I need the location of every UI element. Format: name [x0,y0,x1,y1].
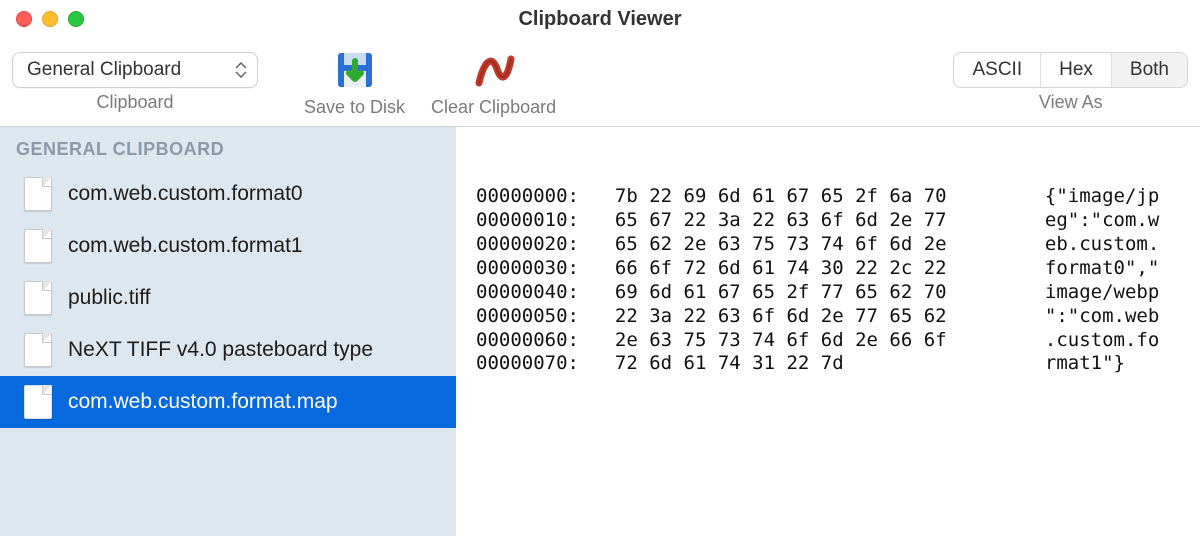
hex-ascii: ":"com.web [1022,305,1180,329]
traffic-lights [0,11,84,27]
hex-offset: 00000060: [476,329,592,353]
hex-ascii: eb.custom. [1022,233,1180,257]
hex-bytes: 65 62 2e 63 75 73 74 6f 6d 2e [592,233,1022,257]
hex-row: 00000040: 69 6d 61 67 65 2f 77 65 62 70 … [476,281,1180,305]
hex-ascii: rmat1"} [1022,352,1180,376]
view-as-label: View As [1039,92,1103,113]
hex-bytes: 2e 63 75 73 74 6f 6d 2e 66 6f [592,329,1022,353]
hex-view: 00000000: 7b 22 69 6d 61 67 65 2f 6a 70 … [456,127,1200,536]
hex-row: 00000050: 22 3a 22 63 6f 6d 2e 77 65 62 … [476,305,1180,329]
hex-row: 00000060: 2e 63 75 73 74 6f 6d 2e 66 6f … [476,329,1180,353]
hex-row: 00000030: 66 6f 72 6d 61 74 30 22 2c 22 … [476,257,1180,281]
sidebar: GENERAL CLIPBOARD com.web.custom.format0… [0,127,456,536]
hex-ascii: format0"," [1022,257,1180,281]
hex-offset: 00000030: [476,257,592,281]
clipboard-select-label: Clipboard [96,92,173,113]
chevron-updown-icon [235,61,247,79]
hex-offset: 00000050: [476,305,592,329]
clipboard-select[interactable]: General Clipboard [12,52,258,88]
file-icon [24,177,52,211]
sidebar-header: GENERAL CLIPBOARD [0,127,456,168]
hex-bytes: 7b 22 69 6d 61 67 65 2f 6a 70 [592,185,1022,209]
hex-offset: 00000070: [476,352,592,376]
sidebar-item[interactable]: com.web.custom.format.map [0,376,456,428]
hex-offset: 00000040: [476,281,592,305]
hex-ascii: image/webp [1022,281,1180,305]
hex-bytes: 22 3a 22 63 6f 6d 2e 77 65 62 [592,305,1022,329]
file-icon [24,333,52,367]
hex-row: 00000020: 65 62 2e 63 75 73 74 6f 6d 2e … [476,233,1180,257]
file-icon [24,229,52,263]
sidebar-item[interactable]: com.web.custom.format1 [0,220,456,272]
sidebar-item[interactable]: com.web.custom.format0 [0,168,456,220]
save-to-disk-icon[interactable] [332,47,378,93]
hex-row: 00000010: 65 67 22 3a 22 63 6f 6d 2e 77 … [476,209,1180,233]
sidebar-item-label: NeXT TIFF v4.0 pasteboard type [68,338,373,362]
main-body: GENERAL CLIPBOARD com.web.custom.format0… [0,126,1200,536]
file-icon [24,281,52,315]
sidebar-item[interactable]: public.tiff [0,272,456,324]
save-to-disk-label: Save to Disk [304,97,405,118]
minimize-window-button[interactable] [42,11,58,27]
zoom-window-button[interactable] [68,11,84,27]
toolbar: General Clipboard Clipboard Save to Disk [0,38,1200,126]
sidebar-item-label: com.web.custom.format.map [68,390,338,414]
hex-bytes: 66 6f 72 6d 61 74 30 22 2c 22 [592,257,1022,281]
clear-clipboard-label: Clear Clipboard [431,97,556,118]
hex-bytes: 72 6d 61 74 31 22 7d [592,352,1022,376]
clipboard-select-value: General Clipboard [27,59,181,81]
titlebar: Clipboard Viewer [0,0,1200,38]
view-as-segmented: ASCII Hex Both [953,52,1188,88]
hex-bytes: 69 6d 61 67 65 2f 77 65 62 70 [592,281,1022,305]
view-as-ascii[interactable]: ASCII [954,53,1041,87]
file-icon [24,385,52,419]
hex-offset: 00000000: [476,185,592,209]
hex-ascii: .custom.fo [1022,329,1180,353]
hex-bytes: 65 67 22 3a 22 63 6f 6d 2e 77 [592,209,1022,233]
window-title: Clipboard Viewer [0,8,1200,31]
view-as-both[interactable]: Both [1112,53,1187,87]
close-window-button[interactable] [16,11,32,27]
hex-offset: 00000020: [476,233,592,257]
hex-ascii: {"image/jp [1022,185,1180,209]
view-as-hex[interactable]: Hex [1041,53,1112,87]
clear-clipboard-icon[interactable] [471,47,517,93]
sidebar-item-label: com.web.custom.format0 [68,182,303,206]
sidebar-item[interactable]: NeXT TIFF v4.0 pasteboard type [0,324,456,376]
hex-ascii: eg":"com.w [1022,209,1180,233]
sidebar-item-label: public.tiff [68,286,151,310]
hex-row: 00000070: 72 6d 61 74 31 22 7d rmat1"} [476,352,1180,376]
hex-row: 00000000: 7b 22 69 6d 61 67 65 2f 6a 70 … [476,185,1180,209]
sidebar-item-label: com.web.custom.format1 [68,234,303,258]
hex-offset: 00000010: [476,209,592,233]
